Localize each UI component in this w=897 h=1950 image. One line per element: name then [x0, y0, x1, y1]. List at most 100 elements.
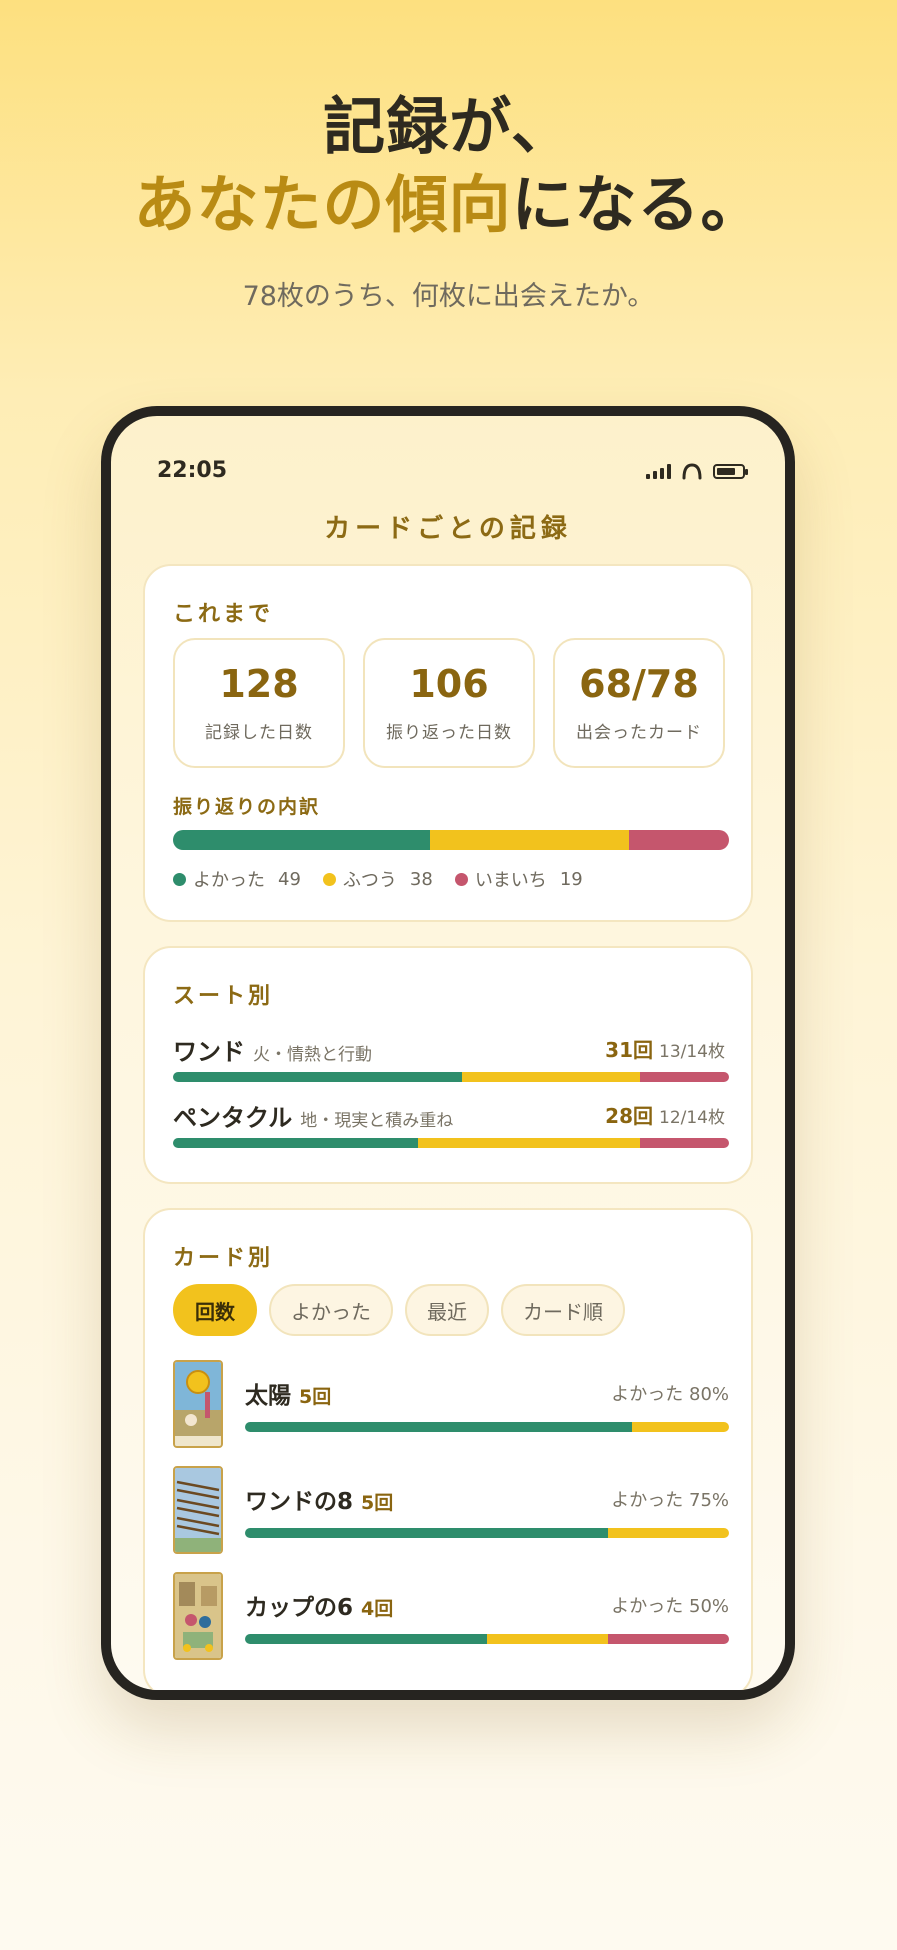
- segment-good: [245, 1634, 487, 1644]
- legend-dot: [454, 872, 468, 886]
- stat-recorded-days: 128 記録した日数: [173, 638, 345, 768]
- card-good-pct: よかった 50%: [611, 1596, 729, 1617]
- summary-title: これまで: [173, 602, 274, 627]
- card-list-card: カード別 回数 よかった 最近 カード順 太陽 5回 よかった 80% ワンドの…: [143, 1208, 753, 1690]
- hero-rest-text: になる。: [511, 168, 764, 241]
- segment-bad: [640, 1138, 729, 1148]
- card-name: ワンドの8: [245, 1489, 354, 1515]
- stat-label: 出会ったカード: [576, 723, 702, 743]
- card-row-eight-of-wands[interactable]: ワンドの8 5回 よかった 75%: [173, 1466, 729, 1558]
- tab-card-order[interactable]: カード順: [501, 1284, 625, 1336]
- breakdown-bar: [173, 830, 729, 850]
- stat-value: 68/78: [579, 662, 699, 706]
- stats-row: 128 記録した日数 106 振り返った日数 68/78 出会ったカード: [173, 638, 725, 768]
- card-name-row: ワンドの8 5回: [245, 1482, 393, 1516]
- card-name: 太陽: [245, 1383, 291, 1409]
- segment-bad: [629, 830, 729, 850]
- segment-normal: [487, 1634, 608, 1644]
- sun-card-icon: [173, 1360, 223, 1448]
- tab-recent[interactable]: 最近: [405, 1284, 489, 1336]
- six-of-cups-card-icon: [173, 1572, 223, 1660]
- hero-subtitle: 78枚のうち、何枚に出会えたか。: [242, 281, 655, 312]
- segment-normal: [632, 1422, 729, 1432]
- card-list-title: カード別: [173, 1246, 274, 1271]
- card-row-sun[interactable]: 太陽 5回 よかった 80%: [173, 1360, 729, 1452]
- card-good-pct: よかった 75%: [611, 1490, 729, 1511]
- stat-reviewed-days: 106 振り返った日数: [363, 638, 535, 768]
- suit-met: 12/14枚: [659, 1108, 725, 1128]
- card-bar-sun: [245, 1422, 729, 1432]
- suit-desc: 地・現実と積み重ね: [300, 1111, 454, 1131]
- suit-card: スート別 ワンド 火・情熱と行動 31回 13/14枚 ペンタクル 地・現実と積み重ね…: [143, 946, 753, 1184]
- status-time: 22:05: [157, 458, 228, 483]
- segment-bad: [640, 1072, 729, 1082]
- summary-card: これまで 128 記録した日数 106 振り返った日数 68/78 出会ったカー…: [143, 564, 753, 922]
- stat-value: 106: [409, 662, 489, 706]
- legend-bad: いまいち 19: [454, 866, 583, 892]
- card-name-row: 太陽 5回: [245, 1376, 331, 1410]
- wifi-icon: [682, 463, 702, 480]
- stat-label: 振り返った日数: [386, 723, 512, 743]
- stat-cards-met: 68/78 出会ったカード: [553, 638, 725, 768]
- battery-icon: [713, 463, 748, 479]
- suit-count: 31回: [605, 1038, 653, 1062]
- card-name: カップの6: [245, 1595, 354, 1621]
- segment-good: [173, 1072, 463, 1082]
- stat-label: 記録した日数: [205, 723, 313, 743]
- suit-bar-wands: [173, 1072, 729, 1082]
- suit-title: スート別: [173, 984, 274, 1009]
- segment-normal: [462, 1072, 641, 1082]
- suit-name: ワンド: [173, 1038, 245, 1066]
- tab-good[interactable]: よかった: [269, 1284, 393, 1336]
- suit-stats: 31回 13/14枚: [605, 1034, 725, 1063]
- phone-frame: 22:05 カードごとの記録 これまで 128 記録した日数 106 振り返った…: [101, 406, 795, 1700]
- tab-count[interactable]: 回数: [173, 1284, 257, 1336]
- suit-row-wands[interactable]: ワンド 火・情熱と行動: [173, 1032, 372, 1067]
- suit-name: ペンタクル: [173, 1104, 293, 1132]
- segment-normal: [430, 830, 630, 850]
- legend-value: 49: [278, 868, 301, 890]
- eight-of-wands-card-icon: [173, 1466, 223, 1554]
- legend-dot: [173, 872, 186, 886]
- suit-desc: 火・情熱と行動: [253, 1045, 372, 1065]
- card-good-pct: よかった 80%: [611, 1384, 729, 1405]
- status-bar: 22:05: [111, 452, 785, 492]
- sort-tabs: 回数 よかった 最近 カード順: [173, 1284, 625, 1336]
- suit-met: 13/14枚: [659, 1042, 725, 1062]
- legend-label: ふつう: [342, 870, 397, 891]
- card-name-row: カップの6 4回: [245, 1588, 393, 1622]
- suit-stats: 28回 12/14枚: [605, 1100, 725, 1129]
- card-count: 5回: [361, 1492, 394, 1514]
- card-bar-six-of-cups: [245, 1634, 729, 1644]
- legend-label: いまいち: [474, 870, 547, 891]
- segment-normal: [608, 1528, 729, 1538]
- suit-row-pentacles[interactable]: ペンタクル 地・現実と積み重ね: [173, 1098, 453, 1133]
- legend-label: よかった: [193, 870, 265, 891]
- segment-normal: [417, 1138, 641, 1148]
- card-count: 4回: [361, 1598, 394, 1620]
- segment-good: [173, 1138, 418, 1148]
- breakdown-title: 振り返りの内訳: [173, 796, 321, 818]
- screen-title: カードごとの記録: [324, 514, 572, 544]
- hero-title-line2: あなたの傾向になる。: [0, 166, 897, 244]
- signal-icon: [646, 463, 671, 479]
- hero-accent-text: あなたの傾向: [133, 168, 512, 241]
- legend-value: 19: [559, 868, 583, 890]
- card-bar-eight-of-wands: [245, 1528, 729, 1538]
- legend-value: 38: [409, 868, 433, 890]
- suit-bar-pentacles: [173, 1138, 729, 1148]
- card-row-six-of-cups[interactable]: カップの6 4回 よかった 50%: [173, 1572, 729, 1664]
- stat-value: 128: [219, 662, 299, 706]
- breakdown-legend: よかった 49 ふつう 38 いまいち 19: [173, 866, 583, 892]
- legend-dot: [322, 872, 336, 886]
- legend-good: よかった 49: [173, 866, 301, 892]
- card-count: 5回: [299, 1386, 332, 1408]
- segment-bad: [608, 1634, 729, 1644]
- segment-good: [245, 1528, 608, 1538]
- hero-title-line1: 記録が、: [323, 90, 574, 163]
- hero: 記録が、 あなたの傾向になる。 78枚のうち、何枚に出会えたか。: [0, 88, 897, 313]
- segment-good: [173, 830, 431, 850]
- segment-good: [245, 1422, 633, 1432]
- suit-count: 28回: [605, 1104, 653, 1128]
- legend-normal: ふつう 38: [322, 866, 433, 892]
